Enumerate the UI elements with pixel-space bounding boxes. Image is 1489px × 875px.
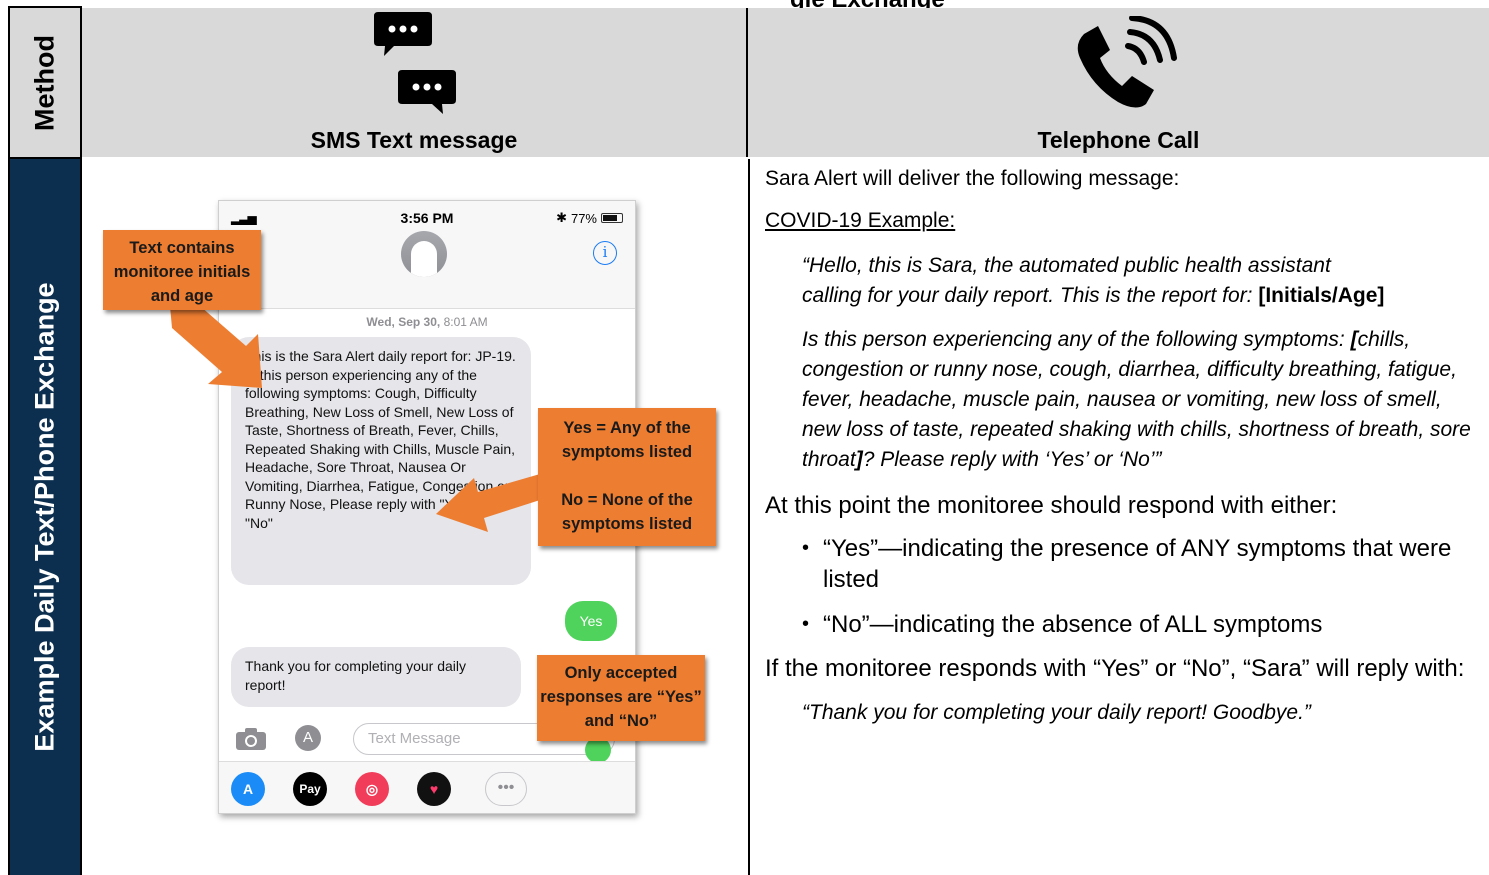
reply-intro: If the monitoree responds with “Yes” or … — [765, 655, 1465, 682]
message-date: Wed, Sep 30, 8:01 AM — [219, 315, 635, 329]
phone-call-icon — [1077, 16, 1177, 108]
app-store-icon[interactable]: A — [295, 725, 321, 751]
camera-icon[interactable] — [235, 727, 267, 751]
battery-percent: 77% — [570, 210, 597, 226]
battery-icon — [601, 213, 623, 223]
image-search-icon[interactable]: ◎ — [355, 772, 389, 806]
sms-method-cell: SMS Text message — [82, 8, 748, 157]
contact-avatar[interactable] — [401, 231, 447, 277]
info-icon[interactable]: i — [593, 241, 617, 265]
daily-exchange-table: gle Exchange Method SMS Text message Tel… — [0, 0, 1489, 875]
method-row-header: Method — [8, 6, 82, 159]
method-label: Method — [29, 34, 60, 131]
goodbye-quote: “Thank you for completing your daily rep… — [802, 701, 1311, 724]
sms-bubbles-icon — [374, 12, 456, 114]
example-row-header: Example Daily Text/Phone Exchange — [8, 159, 82, 875]
example-heading: COVID-19 Example: — [765, 209, 956, 232]
initials-age-placeholder: [Initials/Age] — [1258, 284, 1385, 307]
response-yes: “Yes”—indicating the presence of ANY sym… — [765, 533, 1485, 595]
apple-pay-icon[interactable]: Pay — [293, 772, 327, 806]
message-date-time: 8:01 AM — [443, 315, 488, 329]
callout-yes-no: Yes = Any of the symptoms listed No = No… — [538, 408, 716, 546]
outgoing-message-yes: Yes — [565, 601, 617, 641]
sms-caption: SMS Text message — [310, 127, 518, 153]
example-label: Example Daily Text/Phone Exchange — [29, 282, 60, 752]
callout-initials: Text contains monitoree initials and age — [103, 230, 261, 310]
greeting-quote: “Hello, this is Sara, the automated publ… — [802, 251, 1392, 311]
battery-status: ✱ 77% — [556, 210, 623, 226]
callout-no-line: No = None of the symptoms listed — [561, 491, 693, 533]
imessage-app-tray: A Pay ◎ ♥ ••• — [219, 761, 635, 813]
message-date-day: Wed, Sep 30, — [366, 315, 441, 329]
callout-yes-line: Yes = Any of the symptoms listed — [561, 419, 693, 461]
bracket-close: ] — [855, 448, 863, 471]
incoming-message-thanks: Thank you for completing your daily repo… — [231, 647, 521, 707]
callout-accepted-responses: Only accepted responses are “Yes” and “N… — [537, 655, 705, 741]
incoming-message-report: This is the Sara Alert daily report for:… — [231, 337, 531, 585]
symptom-question-quote: Is this person experiencing any of the f… — [802, 325, 1482, 475]
messages-header: ▂▃▅ 3:56 PM ✱ 77% i — [219, 201, 635, 309]
greeting-text: “Hello, this is Sara, the automated publ… — [802, 254, 1331, 307]
digital-touch-icon[interactable]: ♥ — [417, 772, 451, 806]
app-store-tray-icon[interactable]: A — [231, 772, 265, 806]
symptom-question-suffix: ? Please reply with ‘Yes’ or ‘No’” — [862, 448, 1162, 471]
telephone-intro: Sara Alert will deliver the following me… — [765, 167, 1180, 190]
telephone-script: Sara Alert will deliver the following me… — [765, 165, 1485, 728]
respond-intro: At this point the monitoree should respo… — [765, 492, 1338, 519]
telephone-method-cell: Telephone Call — [748, 8, 1489, 157]
response-no: “No”—indicating the absence of ALL sympt… — [765, 609, 1485, 640]
more-apps-icon[interactable]: ••• — [485, 772, 527, 806]
telephone-caption: Telephone Call — [1037, 127, 1200, 153]
bracket-open: [ — [1350, 328, 1358, 351]
response-options: “Yes”—indicating the presence of ANY sym… — [765, 533, 1485, 640]
column-divider — [748, 159, 750, 875]
symptom-question-prefix: Is this person experiencing any of the f… — [802, 328, 1351, 351]
bluetooth-icon: ✱ — [556, 210, 567, 225]
